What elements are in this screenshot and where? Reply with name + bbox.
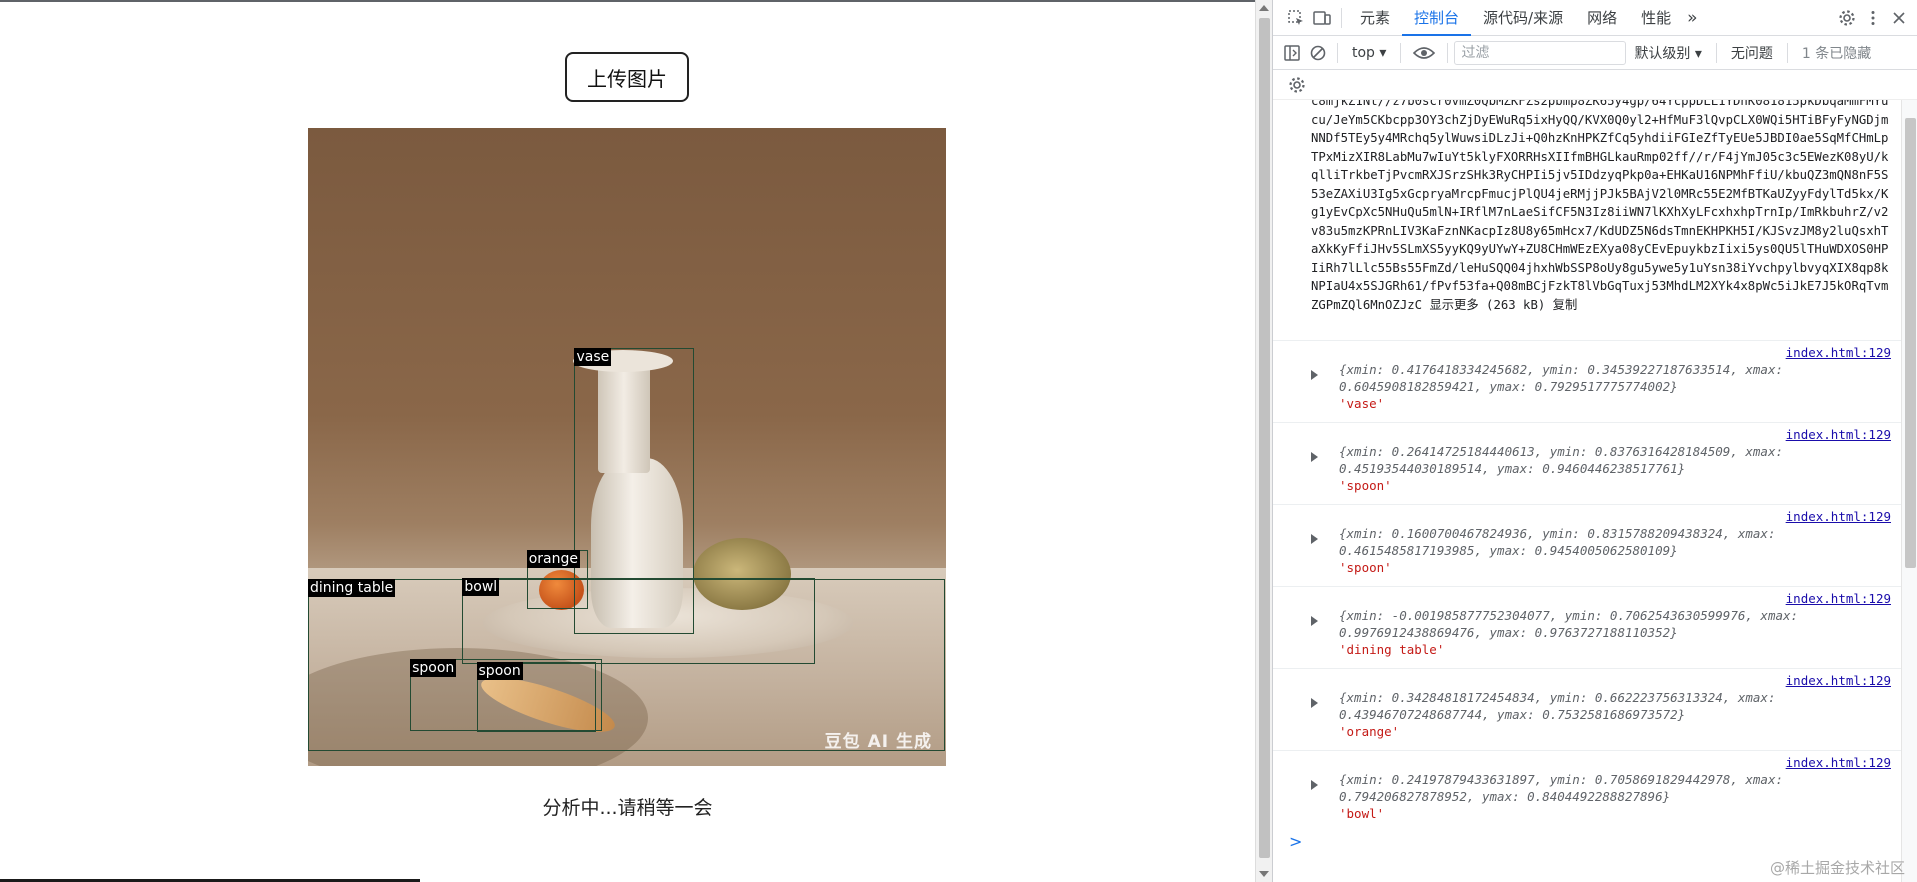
base64-log: c8mjkZ1Nt//z7b0scr0vmZ0QbMZKFZs2pbmp8ZK6… <box>1311 100 1889 312</box>
entry-divider <box>1273 504 1901 505</box>
console-entry: index.html:129 {xmin: 0.4176418334245682,… <box>1311 344 1891 416</box>
issues-button[interactable]: 无问题 <box>1723 43 1781 63</box>
logged-label: 'orange' <box>1339 724 1400 739</box>
entry-divider <box>1273 422 1901 423</box>
console-settings-row <box>1273 70 1917 100</box>
console-output: c8mjkZ1Nt//z7b0scr0vmZ0QbMZKFZs2pbmp8ZK6… <box>1273 100 1901 882</box>
expand-triangle-icon[interactable] <box>1311 616 1318 626</box>
console-scroll-thumb[interactable] <box>1905 118 1916 568</box>
source-link[interactable]: index.html:129 <box>1786 590 1891 607</box>
logged-label: 'bowl' <box>1339 806 1385 821</box>
log-level-select[interactable]: 默认级别 ▾ <box>1626 43 1709 63</box>
logged-object[interactable]: {xmin: 0.26414725184440613, ymin: 0.8376… <box>1339 443 1891 477</box>
scroll-thumb[interactable] <box>1259 18 1270 858</box>
bbox-label: vase <box>574 348 612 367</box>
more-tabs-icon[interactable]: » <box>1683 0 1701 36</box>
device-toolbar-icon[interactable] <box>1309 5 1335 31</box>
scroll-down-icon[interactable] <box>1259 871 1269 877</box>
logged-label: 'vase' <box>1339 396 1385 411</box>
tab-network[interactable]: 网络 <box>1575 0 1629 36</box>
scroll-up-icon[interactable] <box>1259 5 1269 11</box>
devtools-tabbar: 元素 控制台 源代码/来源 网络 性能 » <box>1273 0 1917 36</box>
upload-image-button[interactable]: 上传图片 <box>565 52 689 102</box>
top-divider <box>0 0 1255 2</box>
source-link[interactable]: index.html:129 <box>1786 508 1891 525</box>
logged-object[interactable]: {xmin: 0.34284818172454834, ymin: 0.6622… <box>1339 689 1891 723</box>
logged-object[interactable]: {xmin: 0.1600700467824936, ymin: 0.83157… <box>1339 525 1891 559</box>
console-entry: index.html:129 {xmin: 0.26414725184440613… <box>1311 426 1891 498</box>
entry-divider <box>1273 340 1901 341</box>
expand-triangle-icon[interactable] <box>1311 534 1318 544</box>
tab-console[interactable]: 控制台 <box>1402 0 1472 36</box>
analyzed-image: 豆包 AI 生成 vase orange dining table bowl spoon… <box>308 128 946 766</box>
settings-icon[interactable] <box>1834 5 1860 31</box>
inspect-icon[interactable] <box>1283 5 1309 31</box>
close-icon[interactable] <box>1886 5 1912 31</box>
tab-elements[interactable]: 元素 <box>1348 0 1402 36</box>
filter-input[interactable]: 过滤 <box>1454 40 1627 65</box>
chevron-down-icon: ▾ <box>1379 44 1387 61</box>
console-prompt[interactable]: > <box>1289 832 1302 851</box>
devtools-panel: 元素 控制台 源代码/来源 网络 性能 » top ▾ 过滤 默认级别 ▾ 无问… <box>1272 0 1917 882</box>
bbox-label: bowl <box>462 578 500 597</box>
console-entry: index.html:129 {xmin: -0.0019858777523040… <box>1311 590 1891 662</box>
bbox-bowl: bowl <box>462 578 815 665</box>
toolbar-separator <box>1715 42 1717 63</box>
toolbar-separator <box>1337 42 1338 63</box>
source-link[interactable]: index.html:129 <box>1786 754 1891 771</box>
bbox-label: orange <box>526 550 581 569</box>
logged-object[interactable]: {xmin: 0.4176418334245682, ymin: 0.34539… <box>1339 361 1891 395</box>
screen: 上传图片 豆包 AI 生成 vase orange dining table bowl… <box>0 0 1917 882</box>
entry-divider <box>1273 586 1901 587</box>
expand-triangle-icon[interactable] <box>1311 698 1318 708</box>
entry-divider <box>1273 750 1901 751</box>
page-scrollbar[interactable] <box>1255 0 1272 882</box>
source-link[interactable]: index.html:129 <box>1786 344 1891 361</box>
bbox-label: spoon <box>476 662 523 681</box>
app-page: 上传图片 豆包 AI 生成 vase orange dining table bowl… <box>0 0 1255 882</box>
site-watermark: @稀土掘金技术社区 <box>1769 859 1905 877</box>
console-scrollbar[interactable] <box>1901 100 1917 882</box>
toolbar-separator <box>1400 42 1402 63</box>
sidebar-icon[interactable] <box>1279 40 1305 66</box>
logged-object[interactable]: {xmin: -0.001985877752304077, ymin: 0.70… <box>1339 607 1891 641</box>
source-link[interactable]: index.html:129 <box>1786 672 1891 689</box>
analysis-status: 分析中...请稍等一会 <box>542 797 713 819</box>
console-entry: index.html:129 {xmin: 0.1600700467824936,… <box>1311 508 1891 580</box>
tab-separator <box>1341 7 1342 28</box>
more-vert-icon[interactable] <box>1860 5 1886 31</box>
bbox-spoon: spoon <box>476 662 597 732</box>
toolbar-separator <box>1447 42 1449 63</box>
hidden-count: 1 条已隐藏 <box>1801 45 1872 62</box>
context-select[interactable]: top ▾ <box>1344 45 1394 61</box>
logged-label: 'dining table' <box>1339 642 1445 657</box>
clear-icon[interactable] <box>1305 40 1331 66</box>
expand-triangle-icon[interactable] <box>1311 370 1318 380</box>
tab-performance[interactable]: 性能 <box>1629 0 1683 36</box>
source-link[interactable]: index.html:129 <box>1786 426 1891 443</box>
console-entry: index.html:129 {xmin: 0.24197879433631897… <box>1311 754 1891 826</box>
toolbar-separator <box>1786 42 1788 63</box>
console-settings-icon[interactable] <box>1287 72 1307 98</box>
logged-object[interactable]: {xmin: 0.24197879433631897, ymin: 0.7058… <box>1339 771 1891 805</box>
logged-label: 'spoon' <box>1339 560 1392 575</box>
console-toolbar: top ▾ 过滤 默认级别 ▾ 无问题 1 条已隐藏 <box>1273 36 1917 70</box>
bbox-label: spoon <box>410 658 457 677</box>
entry-divider <box>1273 668 1901 669</box>
tab-sources[interactable]: 源代码/来源 <box>1471 0 1575 36</box>
eye-icon[interactable] <box>1407 40 1441 66</box>
bbox-label: dining table <box>308 578 396 597</box>
context-value: top <box>1352 44 1375 61</box>
console-entry: index.html:129 {xmin: 0.34284818172454834… <box>1311 672 1891 744</box>
logged-label: 'spoon' <box>1339 478 1392 493</box>
expand-triangle-icon[interactable] <box>1311 452 1318 462</box>
expand-triangle-icon[interactable] <box>1311 780 1318 790</box>
